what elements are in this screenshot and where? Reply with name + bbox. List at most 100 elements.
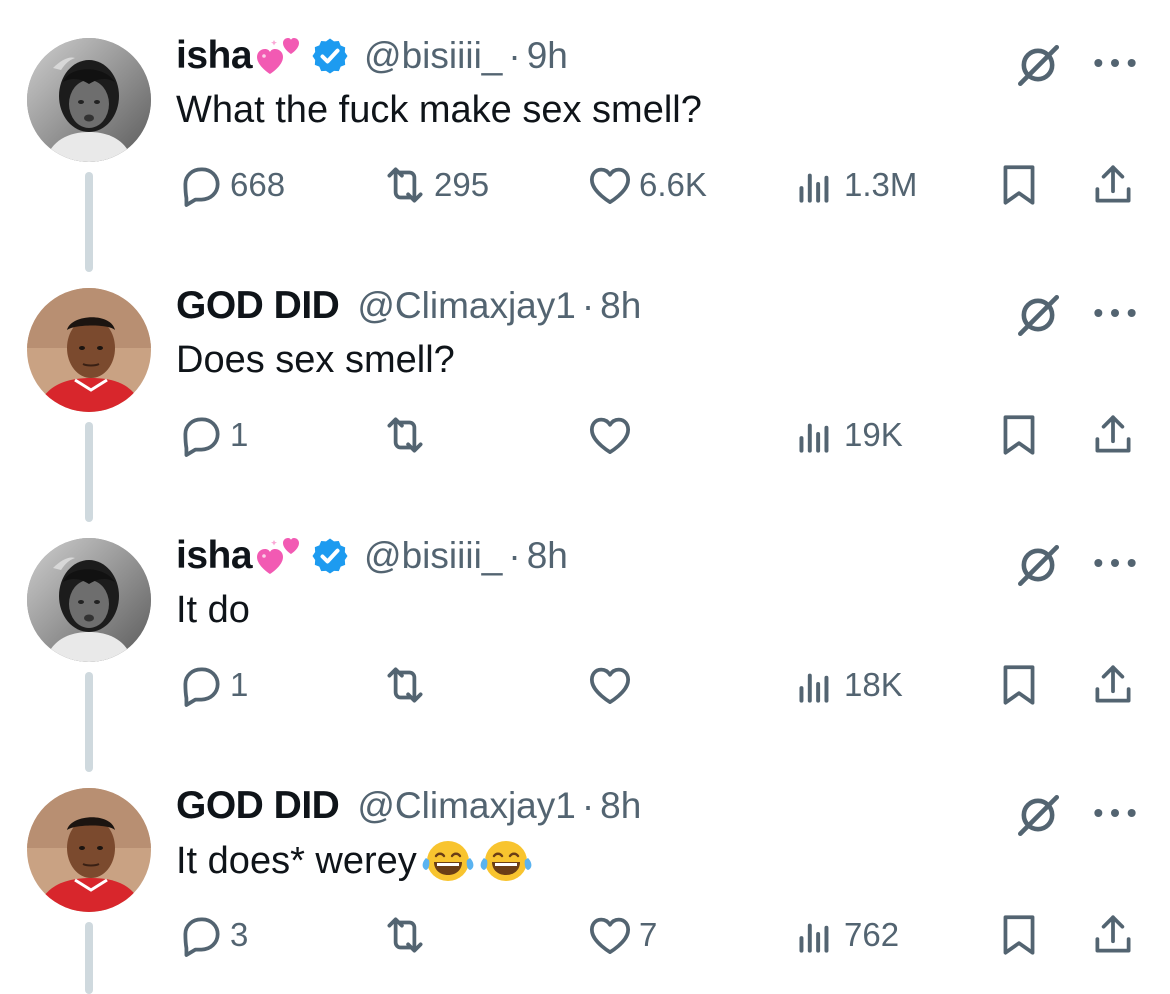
grok-icon[interactable] [1013, 540, 1063, 590]
display-name[interactable]: isha [176, 34, 253, 78]
reply-button[interactable]: 668 [176, 160, 285, 210]
tweet-header: GOD DID @Climaxjay1 · 8h [176, 282, 641, 330]
heart-icon [585, 660, 635, 710]
heart-icon [585, 160, 635, 210]
tweet-actions-bar: 1 18K [0, 660, 1170, 710]
grok-icon[interactable] [1013, 290, 1063, 340]
bookmark-icon [994, 660, 1044, 710]
share-upload-icon [1088, 160, 1138, 210]
share-upload-icon [1088, 910, 1138, 960]
repost-button[interactable]: 295 [380, 160, 489, 210]
avatar[interactable] [27, 538, 151, 662]
more-options-icon[interactable] [1090, 548, 1140, 578]
tweet-4[interactable]: GOD DID @Climaxjay1 · 8h It does* werey … [0, 750, 1170, 994]
repost-button[interactable] [380, 910, 434, 960]
bar-chart-icon [790, 660, 840, 710]
like-button[interactable]: 6.6K [585, 160, 707, 210]
reply-count: 1 [230, 666, 249, 703]
reply-count: 1 [230, 416, 249, 453]
display-name[interactable]: GOD DID [176, 784, 340, 828]
timestamp[interactable]: 8h [600, 785, 641, 827]
like-count: 7 [639, 916, 658, 953]
separator-dot: · [508, 535, 521, 576]
bookmark-button[interactable] [994, 910, 1044, 960]
views-button[interactable]: 1.3M [790, 160, 917, 210]
bar-chart-icon [790, 160, 840, 210]
share-upload-icon [1088, 410, 1138, 460]
tweet-text: It do [176, 589, 250, 631]
grok-icon[interactable] [1013, 790, 1063, 840]
like-button[interactable] [585, 410, 639, 460]
two-hearts-emoji-icon [254, 36, 302, 76]
heart-icon [585, 410, 635, 460]
more-options-icon[interactable] [1090, 48, 1140, 78]
tweet-actions-bar: 1 19K [0, 410, 1170, 460]
bookmark-icon [994, 160, 1044, 210]
speech-bubble-icon [176, 660, 226, 710]
share-button[interactable] [1088, 160, 1138, 210]
timestamp[interactable]: 8h [527, 535, 568, 577]
user-handle[interactable]: @Climaxjay1 [357, 285, 576, 327]
bar-chart-icon [790, 910, 840, 960]
like-button[interactable] [585, 660, 639, 710]
share-button[interactable] [1088, 660, 1138, 710]
tweet-text: Does sex smell? [176, 339, 455, 381]
reply-button[interactable]: 1 [176, 410, 248, 460]
heart-icon [585, 910, 635, 960]
tweet-header: isha @bisiiii_ · 9h [176, 32, 568, 80]
timestamp[interactable]: 9h [527, 35, 568, 77]
speech-bubble-icon [176, 160, 226, 210]
more-options-icon[interactable] [1090, 798, 1140, 828]
two-hearts-emoji-icon [254, 536, 302, 576]
repost-arrows-icon [380, 410, 430, 460]
speech-bubble-icon [176, 910, 226, 960]
grok-icon[interactable] [1013, 40, 1063, 90]
like-button[interactable]: 7 [585, 910, 657, 960]
tweet-1[interactable]: isha @bisiiii_ · 9h What the fuck make s… [0, 0, 1170, 272]
reply-button[interactable]: 3 [176, 910, 248, 960]
user-handle[interactable]: @Climaxjay1 [357, 785, 576, 827]
views-button[interactable]: 762 [790, 910, 899, 960]
avatar[interactable] [27, 38, 151, 162]
separator-dot: · [581, 785, 595, 826]
tears-of-joy-emoji-icon [421, 836, 475, 886]
share-upload-icon [1088, 660, 1138, 710]
share-button[interactable] [1088, 910, 1138, 960]
view-count: 19K [844, 416, 903, 453]
avatar[interactable] [27, 288, 151, 412]
bookmark-button[interactable] [994, 410, 1044, 460]
tweet-header: isha @bisiiii_ · 8h [176, 532, 568, 580]
reply-button[interactable]: 1 [176, 660, 248, 710]
bookmark-button[interactable] [994, 160, 1044, 210]
repost-arrows-icon [380, 910, 430, 960]
tears-of-joy-emoji-icon [479, 836, 533, 886]
view-count: 762 [844, 916, 900, 953]
tweet-header: GOD DID @Climaxjay1 · 8h [176, 782, 641, 830]
reply-count: 3 [230, 916, 249, 953]
views-button[interactable]: 18K [790, 660, 903, 710]
tweet-text: What the fuck make sex smell? [176, 89, 702, 131]
repost-button[interactable] [380, 410, 434, 460]
repost-arrows-icon [380, 660, 430, 710]
user-handle[interactable]: @bisiiii_ [364, 535, 502, 577]
bookmark-icon [994, 410, 1044, 460]
verified-badge-icon[interactable] [310, 536, 350, 576]
tweet-2[interactable]: GOD DID @Climaxjay1 · 8h Does sex smell?… [0, 250, 1170, 522]
bookmark-button[interactable] [994, 660, 1044, 710]
more-options-icon[interactable] [1090, 298, 1140, 328]
repost-count: 295 [434, 166, 490, 203]
share-button[interactable] [1088, 410, 1138, 460]
reply-count: 668 [230, 166, 286, 203]
views-button[interactable]: 19K [790, 410, 903, 460]
bookmark-icon [994, 910, 1044, 960]
verified-badge-icon[interactable] [310, 36, 350, 76]
timestamp[interactable]: 8h [600, 285, 641, 327]
display-name[interactable]: GOD DID [176, 284, 340, 328]
user-handle[interactable]: @bisiiii_ [364, 35, 502, 77]
tweet-3[interactable]: isha @bisiiii_ · 8h It do 1 18K [0, 500, 1170, 772]
avatar[interactable] [27, 788, 151, 912]
view-count: 18K [844, 666, 903, 703]
display-name[interactable]: isha [176, 534, 253, 578]
view-count: 1.3M [844, 166, 918, 203]
repost-button[interactable] [380, 660, 434, 710]
